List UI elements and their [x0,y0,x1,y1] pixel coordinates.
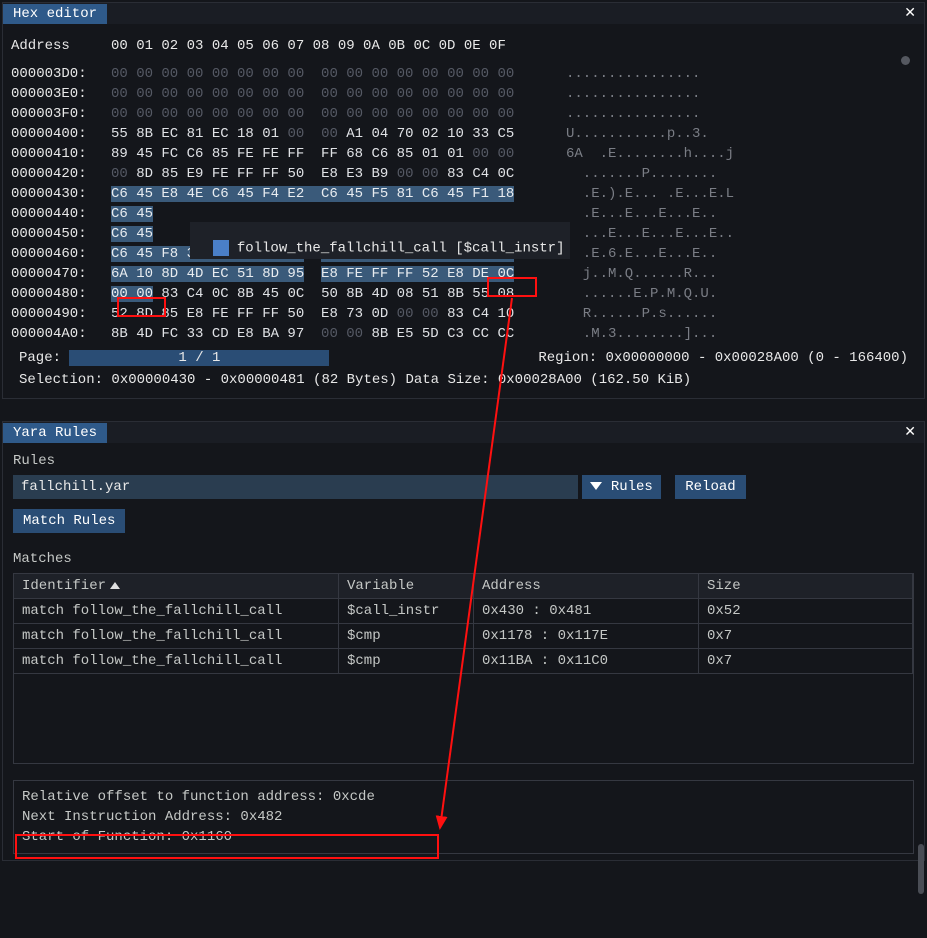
hex-row[interactable]: 00000440:C6 45 .E...E...E...E.. [11,204,916,224]
hex-row[interactable]: 00000480:00 00 83 C4 0C 8B 45 0C 50 8B 4… [11,284,916,304]
hex-row[interactable]: 00000420:00 8D 85 E9 FE FF FF 50 E8 E3 B… [11,164,916,184]
hex-row[interactable]: 00000430:C6 45 E8 4E C6 45 F4 E2 C6 45 F… [11,184,916,204]
hex-row[interactable]: 000003D0:00 00 00 00 00 00 00 00 00 00 0… [11,64,916,84]
selection-info: Selection: 0x00000430 - 0x00000481 (82 B… [19,372,908,388]
hex-footer: Page: 1 / 1 Region: 0x00000000 - 0x00028… [11,344,916,394]
hex-row[interactable]: 00000470:6A 10 8D 4D EC 51 8D 95 E8 FE F… [11,264,916,284]
table-row[interactable]: match follow_the_fallchill_call$call_ins… [14,598,913,623]
next-instruction-line: Next Instruction Address: 0x482 [22,807,905,827]
address-header: Address [11,38,111,54]
start-of-function-line: Start of Function: 0x1160 [22,827,905,847]
col-address[interactable]: Address [474,574,699,598]
chevron-down-icon [590,482,602,490]
hex-row[interactable]: 00000400:55 8B EC 81 EC 18 01 00 00 A1 0… [11,124,916,144]
hex-body: Address 00 01 02 03 04 05 06 07 08 09 0A… [3,24,924,398]
hex-row[interactable]: 00000490:52 8D 85 E8 FE FF FF 50 E8 73 0… [11,304,916,324]
close-icon[interactable]: ✕ [896,422,924,443]
rules-file-input[interactable] [13,475,578,499]
yara-panel-header: Yara Rules ✕ [3,422,924,443]
hex-row[interactable]: 000003F0:00 00 00 00 00 00 00 00 00 00 0… [11,104,916,124]
hex-editor-panel: Hex editor ✕ Address 00 01 02 03 04 05 0… [2,2,925,399]
hex-rows[interactable]: 000003D0:00 00 00 00 00 00 00 00 00 00 0… [11,64,916,344]
table-header: Identifier Variable Address Size [14,574,913,598]
relative-offset-line: Relative offset to function address: 0xc… [22,787,905,807]
hex-column-header: Address 00 01 02 03 04 05 06 07 08 09 0A… [11,28,916,64]
yara-tab[interactable]: Yara Rules [3,423,107,443]
bytes-header: 00 01 02 03 04 05 06 07 08 09 0A 0B 0C 0… [111,38,506,54]
col-identifier[interactable]: Identifier [14,574,339,598]
page-label: Page: [19,350,61,366]
yara-body: Rules Rules Reload Match Rules Matches I… [3,443,924,860]
match-rules-button[interactable]: Match Rules [13,509,125,533]
table-row[interactable]: match follow_the_fallchill_call$cmp0x11B… [14,648,913,673]
hex-row[interactable]: 00000410:89 45 FC C6 85 FE FE FF FF 68 C… [11,144,916,164]
matches-table: Identifier Variable Address Size match f… [13,573,914,764]
table-empty-area [14,673,913,763]
table-row[interactable]: match follow_the_fallchill_call$cmp0x117… [14,623,913,648]
rules-dropdown[interactable]: Rules [582,475,660,499]
hex-panel-header: Hex editor ✕ [3,3,924,24]
scrollbar-thumb[interactable] [918,844,924,894]
col-size[interactable]: Size [699,574,913,598]
reload-button[interactable]: Reload [675,475,745,499]
scroll-indicator-icon [901,56,910,65]
region-info: Region: 0x00000000 - 0x00028A00 (0 - 166… [538,350,908,366]
sort-asc-icon [110,582,120,589]
col-variable[interactable]: Variable [339,574,474,598]
hex-tab[interactable]: Hex editor [3,4,107,24]
matches-label: Matches [13,551,914,567]
yara-panel: Yara Rules ✕ Rules Rules Reload Match Ru… [2,421,925,861]
hex-tooltip: follow_the_fallchill_call [$call_instr] [190,222,570,259]
rules-label: Rules [13,453,914,469]
hex-row[interactable]: 000004A0:8B 4D FC 33 CD E8 BA 97 00 00 8… [11,324,916,344]
page-bar[interactable]: 1 / 1 [69,350,329,366]
hex-row[interactable]: 000003E0:00 00 00 00 00 00 00 00 00 00 0… [11,84,916,104]
close-icon[interactable]: ✕ [896,3,924,24]
info-box: Relative offset to function address: 0xc… [13,780,914,854]
color-swatch-icon [213,240,229,256]
